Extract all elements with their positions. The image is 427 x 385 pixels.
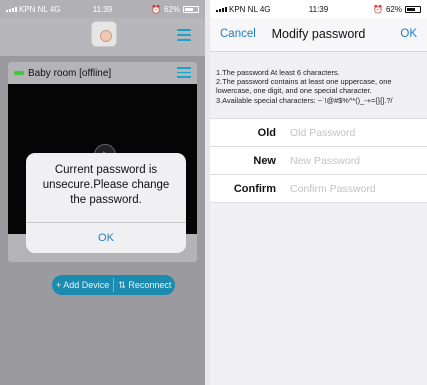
camera-card-header: Baby room [offline]	[8, 62, 197, 84]
password-rules: 1.The password At least 6 characters. 2.…	[216, 68, 427, 105]
old-password-label: Old	[257, 127, 276, 139]
rule-line: 2.The password contains at least one upp…	[216, 77, 392, 87]
carrier-label: KPN NL 4G	[229, 4, 271, 14]
menu-icon[interactable]	[177, 29, 191, 41]
old-password-field[interactable]	[290, 124, 420, 142]
confirm-password-field[interactable]	[290, 180, 420, 198]
new-password-label: New	[253, 155, 276, 167]
empty-background	[210, 203, 427, 385]
alarm-icon: ⏰	[151, 4, 161, 14]
carrier-label: KPN NL 4G	[19, 4, 61, 14]
confirm-password-row: Confirm	[210, 175, 427, 203]
settings-sliders-icon[interactable]	[177, 67, 191, 79]
rule-line: 3.Available special characters: ~`!@#$%^…	[216, 95, 393, 105]
signal-icon	[216, 6, 227, 12]
alert-ok-button[interactable]: OK	[26, 223, 186, 253]
app-header	[0, 18, 205, 56]
signal-icon	[6, 6, 17, 12]
reconnect-button[interactable]: ⇅ Reconnect	[114, 275, 175, 295]
add-device-button[interactable]: + Add Device	[52, 275, 113, 295]
battery-icon	[405, 5, 421, 13]
nav-bar: Cancel Modify password OK	[210, 18, 427, 52]
carrier-info: KPN NL 4G	[216, 5, 271, 14]
status-dot	[14, 71, 24, 75]
reconnect-label: Reconnect	[128, 280, 172, 290]
battery-percent: 62%	[163, 4, 180, 14]
left-phone-screen: KPN NL 4G 11:39 ⏰ 62% Baby room [offline…	[0, 0, 205, 385]
new-password-field[interactable]	[290, 152, 420, 170]
unsecure-password-alert: Current password is unsecure.Please chan…	[26, 153, 186, 253]
reconnect-icon: ⇅	[118, 280, 129, 290]
status-bar: KPN NL 4G 11:39 ⏰ 62%	[0, 0, 205, 18]
device-actions: + Add Device ⇅ Reconnect	[52, 275, 176, 295]
battery-icon	[183, 5, 199, 13]
new-password-row: New	[210, 147, 427, 175]
ok-button[interactable]: OK	[400, 28, 417, 40]
screenshot-frame: KPN NL 4G 11:39 ⏰ 62% Baby room [offline…	[0, 0, 427, 385]
alarm-icon: ⏰	[373, 4, 383, 14]
avatar[interactable]	[91, 21, 117, 47]
rule-line: lowercase, one digit, and one special ch…	[216, 86, 372, 96]
status-bar: KPN NL 4G 11:39 ⏰ 62%	[210, 0, 427, 18]
old-password-row: Old	[210, 119, 427, 147]
carrier-info: KPN NL 4G	[6, 5, 61, 14]
status-right: ⏰ 62%	[373, 5, 421, 14]
right-phone-screen: KPN NL 4G 11:39 ⏰ 62% Cancel Modify pass…	[210, 0, 427, 385]
rule-line: 1.The password At least 6 characters.	[216, 68, 340, 77]
battery-percent: 62%	[385, 4, 402, 14]
page-title: Modify password	[271, 27, 366, 41]
alert-message: Current password is unsecure.Please chan…	[42, 164, 170, 206]
password-form: Old New Confirm	[210, 118, 427, 203]
confirm-password-label: Confirm	[233, 183, 276, 195]
status-right: ⏰ 62%	[151, 5, 199, 14]
camera-title: Baby room [offline]	[28, 67, 112, 79]
